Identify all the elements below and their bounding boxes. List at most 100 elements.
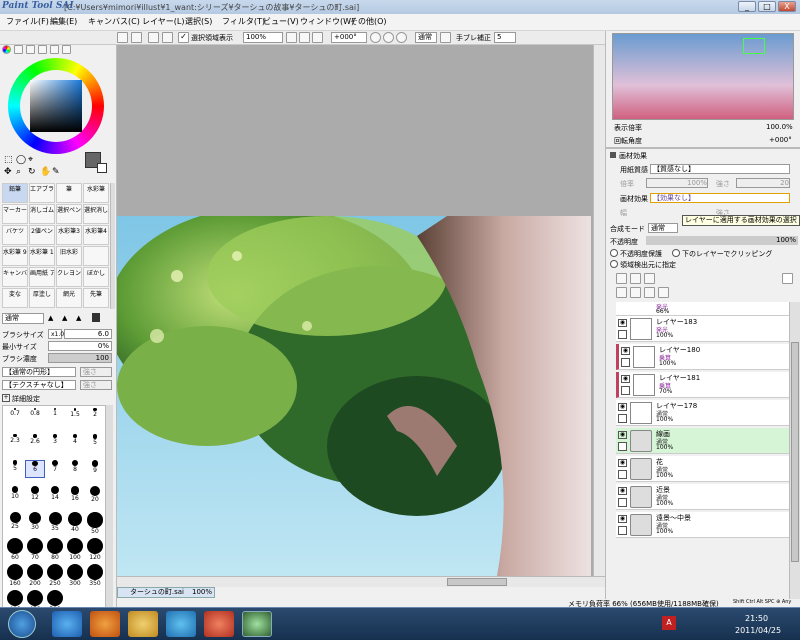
magic-wand-icon[interactable]: ⌖ — [28, 155, 33, 165]
layer-list-scrollbar[interactable] — [789, 302, 800, 599]
brush-tool[interactable]: 先筆 — [83, 288, 109, 308]
visibility-eye-icon[interactable]: ◉ — [618, 459, 627, 467]
brush-tool[interactable]: 厚塗し — [29, 288, 55, 308]
brush-tool[interactable]: 水彩筆 10BB — [29, 246, 55, 266]
size-preset[interactable]: 1.5 — [65, 408, 85, 426]
layer-select-checkbox[interactable] — [618, 330, 627, 339]
brush-tool[interactable]: マーカー — [2, 204, 28, 224]
size-preset[interactable]: 2.6 — [25, 434, 45, 452]
layer-row[interactable]: ◉ レイヤー181 乗算 70% — [616, 372, 789, 398]
scale-value[interactable]: 100% — [646, 178, 708, 188]
layer-row[interactable]: ◉ レイヤー178 通常 100% — [616, 400, 789, 426]
brush-blend-select[interactable]: 通常 — [2, 313, 44, 324]
brush-tool[interactable]: 鉛筆 — [2, 183, 28, 203]
document-tab[interactable]: ターシュの町.sai 100% — [117, 587, 215, 598]
saturation-value-square[interactable] — [30, 80, 82, 132]
brush-tool[interactable]: 旧水彩 — [56, 246, 82, 266]
rect-select-icon[interactable]: ⬚ — [4, 155, 13, 165]
layer-row[interactable]: ◉ 線画 通常 100% — [616, 428, 789, 454]
brush-tool[interactable]: 水彩筆4 — [83, 225, 109, 245]
texture-strength[interactable]: 強さ — [80, 380, 112, 390]
visibility-eye-icon[interactable]: ◉ — [618, 319, 627, 327]
new-linework-layer-icon[interactable] — [630, 273, 641, 284]
size-preset[interactable]: 100 — [65, 538, 85, 561]
size-preset[interactable]: 120 — [85, 538, 105, 561]
size-preset[interactable]: 5 — [5, 460, 25, 478]
mixer-tab-icon[interactable] — [50, 45, 59, 54]
size-preset[interactable]: 12 — [25, 486, 45, 504]
transfer-down-icon[interactable] — [616, 287, 627, 298]
eyedropper-icon[interactable]: ✎ — [52, 167, 60, 177]
zoom-in-icon[interactable] — [299, 32, 310, 43]
brush-tool[interactable]: エアブラシ — [29, 183, 55, 203]
layer-row[interactable]: ◉ 近景 通常 100% — [616, 484, 789, 510]
menu-file[interactable]: ファイル(F) — [6, 16, 49, 27]
layer-scroll-thumb[interactable] — [791, 342, 799, 562]
rotate-left-icon[interactable] — [370, 32, 381, 43]
brush-tool[interactable]: バケツ — [2, 225, 28, 245]
layer-select-checkbox[interactable] — [621, 386, 630, 395]
stabilizer-select[interactable]: 5 — [494, 32, 516, 43]
close-button[interactable]: X — [778, 1, 796, 12]
shape-round-icon[interactable]: ▲ — [48, 314, 53, 322]
strength-value[interactable]: 20 — [736, 178, 790, 188]
shape-flat-icon[interactable]: ▲ — [76, 314, 81, 322]
menu-select[interactable]: 選択(S) — [185, 16, 212, 27]
brush-size-value[interactable]: 6.0 — [64, 329, 112, 339]
rotate-tool-icon[interactable]: ↻ — [28, 167, 36, 177]
lasso-icon[interactable]: ◯ — [16, 155, 26, 165]
brush-size-multiplier[interactable]: x1.0 — [48, 329, 64, 339]
menu-layer[interactable]: レイヤー(L) — [142, 16, 184, 27]
visibility-eye-icon[interactable]: ◉ — [618, 487, 627, 495]
layer-select-checkbox[interactable] — [618, 498, 627, 507]
size-preset-scrollbar[interactable] — [106, 405, 113, 617]
sai-taskbar-icon[interactable] — [242, 611, 272, 637]
layer-row[interactable]: ◉ 花通常 100% — [616, 456, 789, 482]
size-preset[interactable]: 35 — [45, 512, 65, 532]
color-wheel[interactable] — [8, 58, 104, 154]
size-preset[interactable]: 14 — [45, 486, 65, 504]
brush-tool[interactable]: ぼかし — [83, 267, 109, 287]
visibility-eye-icon[interactable]: ◉ — [621, 375, 630, 383]
layer-row[interactable]: ◉ レイヤー180 乗算 100% — [616, 344, 789, 370]
size-preset[interactable]: 70 — [25, 538, 45, 561]
java-icon[interactable] — [204, 611, 234, 637]
hand-icon[interactable]: ✋ — [40, 167, 51, 177]
canvas-area[interactable] — [117, 45, 605, 587]
size-preset[interactable]: 3 — [45, 434, 65, 452]
opacity-slider[interactable]: 100% — [646, 236, 798, 245]
min-size-value[interactable]: 0% — [48, 341, 112, 351]
size-preset[interactable]: 16 — [65, 486, 85, 504]
menu-canvas[interactable]: キャンバス(C) — [88, 16, 140, 27]
detail-toggle-icon[interactable]: + — [2, 394, 10, 402]
menu-other[interactable]: その他(O) — [350, 16, 387, 27]
size-preset[interactable]: 160 — [5, 564, 25, 587]
brush-tool[interactable]: 消しゴム — [29, 204, 55, 224]
brush-tool[interactable]: 選択ペン — [56, 204, 82, 224]
menu-view[interactable]: ビュー(V) — [263, 16, 299, 27]
zoom-tool-icon[interactable]: ⌕ — [16, 167, 21, 177]
size-preset[interactable]: 0.8 — [25, 408, 45, 426]
rgb-slider-tab-icon[interactable] — [14, 45, 23, 54]
brush-tool[interactable]: キャンバス アクリル — [2, 267, 28, 287]
brush-tool[interactable]: 変な — [2, 288, 28, 308]
brush-tool[interactable]: 画用紙 アクリル — [29, 267, 55, 287]
zoom-out-icon[interactable] — [286, 32, 297, 43]
swatches-tab-icon[interactable] — [38, 45, 47, 54]
clipping-checkbox[interactable] — [672, 249, 680, 257]
paper-select[interactable]: 【質感なし】 — [650, 164, 790, 174]
layer-row[interactable]: ◉ レイヤー183 発光 100% — [616, 316, 789, 342]
ime-indicator[interactable]: A — [662, 616, 676, 630]
navigator-viewport[interactable] — [743, 38, 765, 54]
shape-strength[interactable]: 強さ — [80, 367, 112, 377]
layer-select-checkbox[interactable] — [621, 358, 630, 367]
navigator-preview[interactable] — [612, 33, 794, 120]
brush-tool[interactable]: 筆 — [56, 183, 82, 203]
size-preset[interactable]: 7 — [45, 460, 65, 478]
artwork-tree-image[interactable] — [117, 216, 591, 576]
layer-select-checkbox[interactable] — [618, 526, 627, 535]
size-preset[interactable]: 300 — [65, 564, 85, 587]
brush-tool[interactable]: 選択消し — [83, 204, 109, 224]
rotate-right-icon[interactable] — [383, 32, 394, 43]
layer-select-checkbox[interactable] — [618, 442, 627, 451]
